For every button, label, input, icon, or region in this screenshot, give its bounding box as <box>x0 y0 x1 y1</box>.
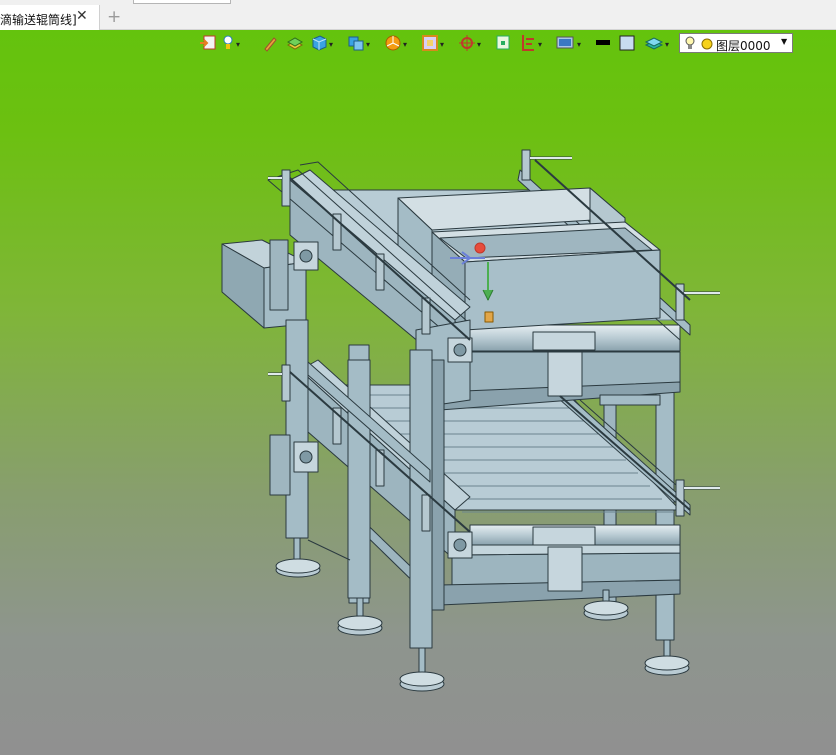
leveling-foot <box>644 639 690 676</box>
tote-box <box>431 221 661 331</box>
conveyor-leg <box>655 391 675 641</box>
conveyor-model[interactable] <box>0 0 836 755</box>
conveyor-leg <box>285 319 309 539</box>
motor-box <box>221 239 307 329</box>
leveling-foot <box>275 537 321 578</box>
leveling-foot <box>337 597 383 636</box>
conveyor-leg <box>347 359 371 599</box>
leveling-foot <box>399 647 445 692</box>
